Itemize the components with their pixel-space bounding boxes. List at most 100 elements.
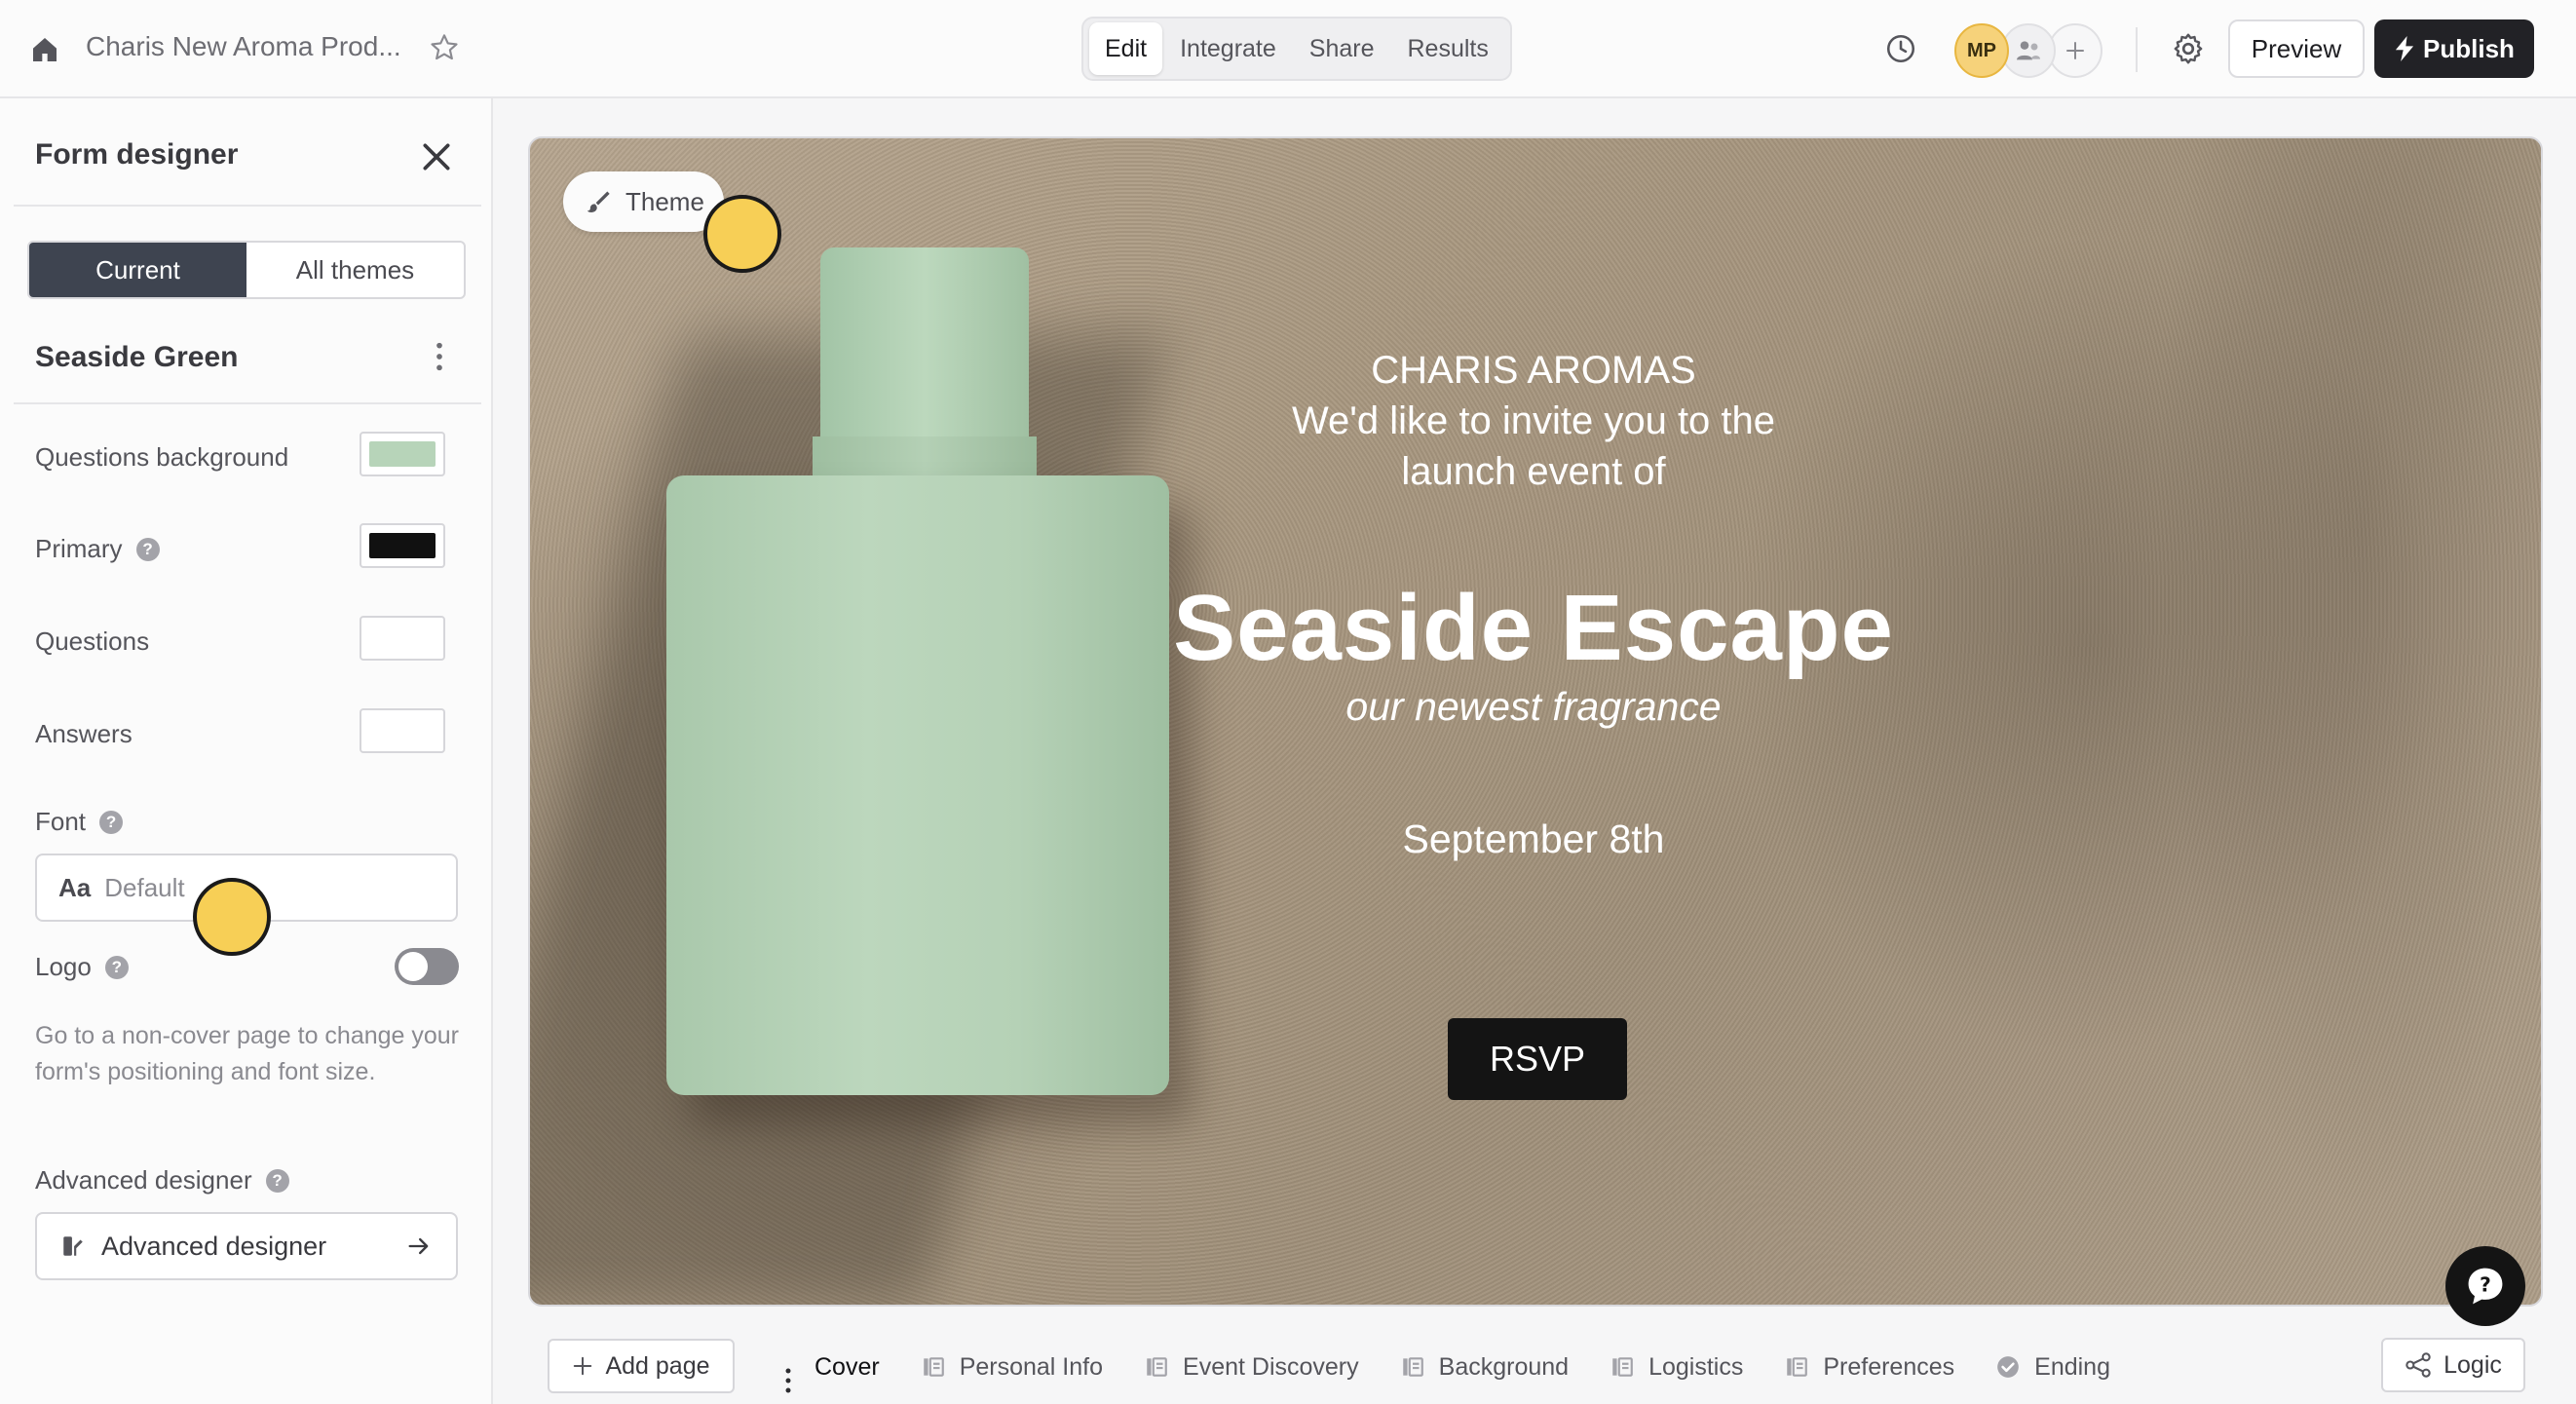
- primary-label: Primary ?: [35, 534, 160, 564]
- more-options-icon[interactable]: [425, 340, 454, 373]
- panel-title: Form designer: [35, 138, 239, 171]
- check-circle-icon: [1997, 1356, 2019, 1378]
- tab-edit[interactable]: Edit: [1089, 22, 1163, 75]
- answers-swatch[interactable]: [360, 708, 445, 753]
- page-tab-event-discovery[interactable]: Event Discovery: [1144, 1353, 1359, 1382]
- form-title[interactable]: Charis New Aroma Prod...: [86, 31, 401, 62]
- page-options-icon[interactable]: [781, 1366, 795, 1395]
- mode-tabs: Edit Integrate Share Results: [1081, 17, 1512, 81]
- questions-background-label: Questions background: [35, 442, 289, 472]
- home-icon[interactable]: [29, 34, 60, 65]
- positioning-note: Go to a non-cover page to change your fo…: [35, 1022, 460, 1085]
- designer-icon: [63, 1236, 83, 1256]
- form-preview-canvas: Theme CHARIS AROMAS We'd like to invite …: [528, 136, 2543, 1307]
- advanced-designer-button-label: Advanced designer: [101, 1231, 327, 1261]
- page-tab-personal-info[interactable]: Personal Info: [921, 1353, 1103, 1382]
- page-tab-logistics[interactable]: Logistics: [1610, 1353, 1743, 1382]
- divider: [14, 402, 481, 404]
- font-aa-icon: Aa: [58, 872, 92, 902]
- tab-all-themes[interactable]: All themes: [246, 243, 464, 297]
- theme-button-label: Theme: [625, 186, 704, 216]
- arrow-right-icon: [408, 1237, 429, 1255]
- page-tab-label: Logistics: [1648, 1352, 1744, 1381]
- theme-name: Seaside Green: [35, 341, 239, 373]
- cursor-highlight: [703, 195, 781, 273]
- collaborators-icon[interactable]: [2001, 23, 2056, 78]
- help-chat-button[interactable]: ?: [2445, 1246, 2525, 1326]
- bottle-cap: [820, 247, 1029, 452]
- page-tab-label: Ending: [2034, 1352, 2110, 1381]
- help-icon[interactable]: ?: [265, 1168, 289, 1193]
- page-tab-label: Background: [1438, 1352, 1570, 1381]
- tab-integrate[interactable]: Integrate: [1164, 22, 1292, 75]
- gear-icon[interactable]: [2171, 31, 2206, 66]
- page-tab-label: Personal Info: [959, 1352, 1104, 1381]
- page-icon: [1147, 1357, 1167, 1377]
- help-icon[interactable]: ?: [135, 537, 160, 561]
- paintbrush-icon: [587, 191, 610, 212]
- cover-intro: CHARIS AROMAS We'd like to invite you to…: [1105, 345, 1962, 497]
- tab-current-theme[interactable]: Current: [29, 243, 246, 297]
- page-icon: [1612, 1357, 1633, 1377]
- tab-share[interactable]: Share: [1294, 22, 1390, 75]
- answers-label: Answers: [35, 719, 133, 748]
- advanced-designer-button[interactable]: Advanced designer: [35, 1212, 458, 1280]
- advanced-designer-label: Advanced designer ?: [35, 1165, 289, 1195]
- page-tab-label: Preferences: [1823, 1352, 1955, 1381]
- publish-button[interactable]: Publish: [2374, 19, 2534, 78]
- primary-label-text: Primary: [35, 534, 123, 563]
- questions-swatch[interactable]: [360, 616, 445, 661]
- lightning-icon: [2395, 36, 2414, 61]
- add-page-button[interactable]: Add page: [548, 1339, 735, 1393]
- page-icon: [1402, 1357, 1423, 1377]
- preview-button[interactable]: Preview: [2228, 19, 2365, 78]
- form-designer-panel: Form designer Current All themes Seaside…: [0, 98, 493, 1404]
- page-tab-background[interactable]: Background: [1400, 1353, 1569, 1382]
- page-tabs: Cover Personal Info Event Discovery Back…: [814, 1347, 2110, 1386]
- logo-toggle[interactable]: [395, 948, 459, 985]
- history-icon[interactable]: [1884, 32, 1917, 65]
- close-icon[interactable]: [417, 137, 456, 176]
- star-icon[interactable]: [429, 32, 460, 63]
- logic-button[interactable]: Logic: [2381, 1338, 2525, 1392]
- cover-title: Seaside Escape: [1173, 576, 1894, 680]
- page-tab-preferences[interactable]: Preferences: [1784, 1353, 1954, 1382]
- font-label: Font ?: [35, 807, 124, 837]
- add-collaborator-button[interactable]: [2048, 23, 2102, 78]
- page-tab-cover[interactable]: Cover: [814, 1353, 880, 1382]
- cursor-highlight: [193, 878, 271, 956]
- add-page-label: Add page: [605, 1351, 710, 1380]
- font-label-text: Font: [35, 807, 87, 836]
- divider: [14, 205, 481, 207]
- top-bar: Charis New Aroma Prod... Edit Integrate …: [0, 0, 2576, 98]
- brand-name: CHARIS AROMAS: [1371, 349, 1696, 392]
- invite-line-1: We'd like to invite you to the: [1291, 399, 1776, 442]
- help-icon[interactable]: ?: [104, 955, 129, 979]
- page-tab-label: Cover: [814, 1352, 880, 1381]
- questions-background-swatch[interactable]: [360, 432, 445, 476]
- theme-button[interactable]: Theme: [563, 171, 724, 232]
- tab-results[interactable]: Results: [1392, 22, 1504, 75]
- page-tab-label: Event Discovery: [1183, 1352, 1359, 1381]
- page-icon: [923, 1357, 944, 1377]
- avatar[interactable]: MP: [1954, 23, 2009, 78]
- bottle-neck: [813, 436, 1037, 475]
- theme-toggle: Current All themes: [27, 241, 466, 299]
- cover-subtitle: our newest fragrance: [1345, 684, 1722, 729]
- logo-label: Logo ?: [35, 952, 129, 982]
- questions-label: Questions: [35, 626, 150, 656]
- invite-line-2: launch event of: [1401, 450, 1666, 493]
- divider: [2136, 27, 2138, 72]
- font-value: Default: [104, 872, 185, 902]
- plus-icon: [574, 1356, 592, 1376]
- svg-text:?: ?: [2480, 1273, 2491, 1297]
- page-tab-ending[interactable]: Ending: [1995, 1353, 2110, 1382]
- logo-label-text: Logo: [35, 952, 92, 981]
- share-nodes-icon: [2406, 1352, 2431, 1378]
- primary-swatch[interactable]: [360, 523, 445, 568]
- advanced-designer-label-text: Advanced designer: [35, 1165, 252, 1195]
- help-icon[interactable]: ?: [99, 810, 124, 834]
- rsvp-button[interactable]: RSVP: [1448, 1018, 1627, 1100]
- help-bubble-icon: ?: [2468, 1268, 2503, 1305]
- publish-label: Publish: [2423, 33, 2515, 63]
